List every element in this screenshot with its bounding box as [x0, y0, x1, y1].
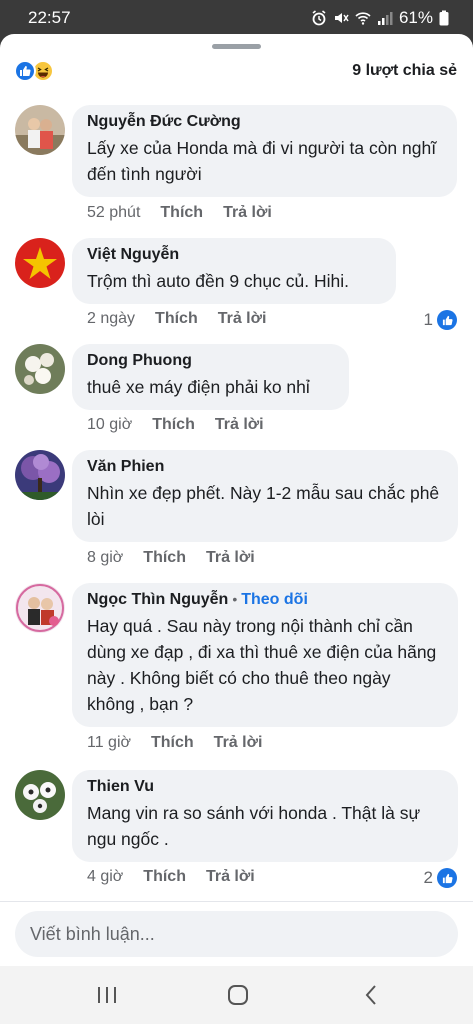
comment-bubble[interactable]: Việt Nguyễn Trộm thì auto đền 9 chục củ.… — [72, 238, 396, 304]
wifi-icon — [355, 12, 371, 25]
reply-button[interactable]: Trả lời — [214, 734, 263, 752]
shares-count[interactable]: 9 lượt chia sẻ — [352, 62, 457, 80]
comment-meta: 2 ngày Thích Trả lời — [87, 310, 286, 328]
comment-time: 10 giờ — [87, 416, 133, 433]
system-nav-bar — [0, 966, 473, 1024]
reactions-summary[interactable] — [14, 60, 54, 82]
reply-button[interactable]: Trả lời — [218, 310, 267, 328]
comment-bubble[interactable]: Nguyễn Đức Cường Lấy xe của Honda mà đi … — [72, 105, 457, 197]
alarm-icon — [312, 10, 326, 26]
reaction-count-number: 2 — [423, 868, 433, 887]
like-button[interactable]: Thích — [143, 549, 186, 567]
comment-bubble[interactable]: Dong Phuong thuê xe máy điện phải ko nhỉ — [72, 344, 349, 410]
avatar[interactable] — [15, 450, 65, 500]
avatar[interactable] — [15, 583, 65, 633]
signal-icon — [377, 12, 393, 25]
status-icons: 61% — [311, 8, 449, 28]
comment-time: 2 ngày — [87, 310, 136, 327]
mute-icon — [334, 13, 349, 23]
comment-input[interactable] — [15, 911, 458, 957]
divider — [0, 901, 473, 902]
like-button[interactable]: Thích — [152, 416, 195, 434]
reply-button[interactable]: Trả lời — [223, 204, 272, 222]
comment-author[interactable]: Ngọc Thìn Nguyễn — [87, 591, 228, 609]
comment-meta: 4 giờ Thích Trả lời — [87, 868, 275, 886]
recents-icon[interactable] — [94, 982, 120, 1008]
comment-text: Nhìn xe đẹp phết. Này 1-2 mẫu sau chắc p… — [87, 483, 440, 529]
comment-author[interactable]: Văn Phien — [87, 458, 443, 476]
like-button[interactable]: Thích — [143, 868, 186, 886]
reaction-count[interactable]: 2 — [424, 868, 457, 888]
like-button[interactable]: Thích — [151, 734, 194, 752]
back-icon[interactable] — [358, 982, 384, 1008]
comment-header: Ngọc Thìn Nguyễn • Theo dõi — [87, 591, 443, 609]
separator-dot: • — [232, 591, 238, 607]
reaction-count[interactable]: 1 — [424, 310, 457, 330]
avatar[interactable] — [15, 770, 65, 820]
comment-author[interactable]: Thien Vu — [87, 778, 443, 796]
comment-bubble[interactable]: Thien Vu Mang vin ra so sánh với honda .… — [72, 770, 458, 862]
comment-text: Mang vin ra so sánh với honda . Thật là … — [87, 803, 421, 849]
comment-time: 4 giờ — [87, 868, 124, 885]
comment-text: Lấy xe của Honda mà đi vi người ta còn n… — [87, 138, 437, 184]
comment-time: 11 giờ — [87, 734, 131, 751]
comment-text: thuê xe máy điện phải ko nhỉ — [87, 377, 310, 397]
avatar[interactable] — [15, 344, 65, 394]
comment-bubble[interactable]: Ngọc Thìn Nguyễn • Theo dõi Hay quá . Sa… — [72, 583, 458, 727]
comment-meta: 10 giờ Thích Trả lời — [87, 416, 284, 434]
status-bar: 22:57 61% — [0, 0, 473, 34]
home-icon[interactable] — [225, 982, 251, 1008]
comment-text: Trộm thì auto đền 9 chục củ. Hihi. — [87, 271, 349, 291]
comment-bubble[interactable]: Văn Phien Nhìn xe đẹp phết. Này 1-2 mẫu … — [72, 450, 458, 542]
like-button[interactable]: Thích — [160, 204, 203, 222]
comment-author[interactable]: Nguyễn Đức Cường — [87, 113, 442, 131]
comment-time: 52 phút — [87, 204, 141, 221]
comments-sheet: 9 lượt chia sẻ Nguyễn Đức Cường Lấy xe c… — [0, 34, 473, 966]
reaction-count-number: 1 — [423, 310, 433, 329]
like-button[interactable]: Thích — [155, 310, 198, 328]
comment-meta: 8 giờ Thích Trả lời — [87, 549, 275, 567]
comment-meta: 52 phút Thích Trả lời — [87, 204, 292, 222]
avatar[interactable] — [15, 105, 65, 155]
like-icon — [437, 310, 457, 330]
comment-text: Hay quá . Sau này trong nội thành chỉ cầ… — [87, 616, 437, 714]
follow-button[interactable]: Theo dõi — [241, 591, 308, 609]
comment-meta: 11 giờ Thích Trả lời — [87, 734, 282, 752]
like-icon — [437, 868, 457, 888]
comment-time: 8 giờ — [87, 549, 124, 566]
battery-icon — [439, 10, 449, 26]
comment-author[interactable]: Dong Phuong — [87, 352, 334, 370]
drag-handle[interactable] — [212, 44, 261, 49]
avatar[interactable] — [15, 238, 65, 288]
like-icon — [14, 60, 36, 82]
reply-button[interactable]: Trả lời — [206, 868, 255, 886]
comment-author[interactable]: Việt Nguyễn — [87, 246, 381, 264]
reply-button[interactable]: Trả lời — [206, 549, 255, 567]
comment-composer[interactable] — [15, 911, 458, 957]
battery-percent: 61% — [398, 8, 433, 27]
reply-button[interactable]: Trả lời — [215, 416, 264, 434]
status-time: 22:57 — [28, 8, 71, 27]
